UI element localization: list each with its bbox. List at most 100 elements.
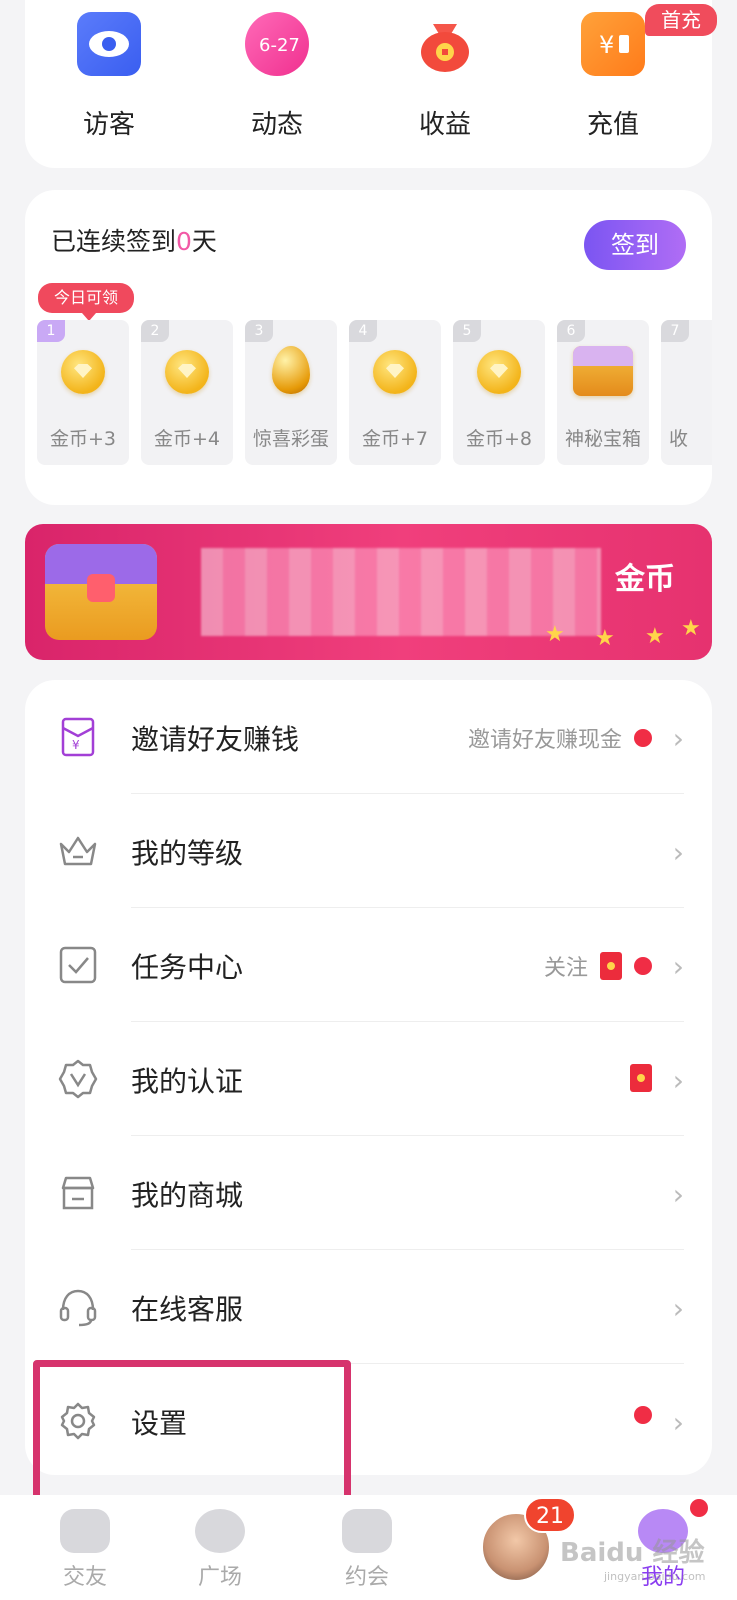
menu-hint: 关注 <box>544 950 652 982</box>
banner-text: 金币 <box>615 562 675 597</box>
menu-hint-text: 关注 <box>543 956 588 981</box>
video-icon <box>342 1509 392 1553</box>
watermark-url: jingyan.baidu.com <box>604 1570 706 1583</box>
star-icon: ★ <box>545 622 565 647</box>
sign-day-4[interactable]: 4 金币+7 <box>349 320 441 465</box>
unread-count-badge: 21 <box>524 1497 576 1533</box>
day-reward: 神秘宝箱 <box>564 428 641 450</box>
streak-count: 0 <box>176 227 192 256</box>
day-number: 6 <box>557 320 585 342</box>
sign-day-6[interactable]: 6 神秘宝箱 <box>557 320 649 465</box>
sign-in-card: 已连续签到0天 签到 今日可领 1 金币+3 2 金币+4 3 惊喜彩蛋 4 金… <box>25 190 712 505</box>
menu-item-verification[interactable]: 我的认证 › <box>25 1022 712 1136</box>
menu-label: 邀请好友赚钱 <box>131 723 300 756</box>
chevron-right-icon: › <box>672 950 684 983</box>
sign-in-streak: 已连续签到0天 <box>51 222 217 258</box>
chevron-right-icon: › <box>672 722 684 755</box>
day-reward: 惊喜彩蛋 <box>252 428 329 450</box>
watermark: Baidu 经验 <box>560 1538 705 1568</box>
svg-text:¥: ¥ <box>72 738 80 752</box>
menu-item-mall[interactable]: 我的商城 › <box>25 1136 712 1250</box>
wallet-icon: ¥ <box>581 12 645 76</box>
chevron-right-icon: › <box>672 1406 684 1439</box>
red-packet-icon <box>630 1064 652 1092</box>
badge-v-icon <box>58 1059 98 1099</box>
quick-item-earnings[interactable]: 收益 <box>385 0 505 141</box>
quick-item-visitors[interactable]: 访客 <box>49 0 169 141</box>
today-available-tag: 今日可领 <box>38 283 134 321</box>
menu-item-tasks[interactable]: 任务中心 关注 › <box>25 908 712 1022</box>
menu-hint <box>630 1064 652 1092</box>
golden-egg-icon <box>272 346 310 394</box>
menu-label: 我的等级 <box>131 837 244 870</box>
coin-icon <box>61 350 105 394</box>
chevron-right-icon: › <box>672 1178 684 1211</box>
menu-label: 在线客服 <box>131 1293 244 1326</box>
svg-text:¥: ¥ <box>599 31 614 59</box>
red-envelope-icon: ¥ <box>61 717 95 757</box>
red-packet-icon <box>600 952 622 980</box>
promo-banner[interactable]: 金币 ★ ★ ★ ★ <box>25 524 712 660</box>
menu-item-customer-service[interactable]: 在线客服 › <box>25 1250 712 1364</box>
nav-label: 约会 <box>344 1565 389 1590</box>
day-number: 3 <box>245 320 273 342</box>
red-dot <box>634 957 652 975</box>
nav-date[interactable]: 约会 <box>312 1509 422 1591</box>
crown-icon <box>59 836 97 866</box>
sign-day-3[interactable]: 3 惊喜彩蛋 <box>245 320 337 465</box>
red-dot <box>634 729 652 747</box>
menu-hint: 邀请好友赚现金 <box>468 722 652 754</box>
quick-item-moments[interactable]: 6-27 动态 <box>217 0 337 141</box>
menu-label: 我的认证 <box>131 1065 244 1098</box>
day-number: 2 <box>141 320 169 342</box>
day-number: 5 <box>453 320 481 342</box>
chevron-right-icon: › <box>672 1064 684 1097</box>
star-icon: ★ <box>595 626 615 651</box>
sign-day-2[interactable]: 2 金币+4 <box>141 320 233 465</box>
menu-item-level[interactable]: 我的等级 › <box>25 794 712 908</box>
quick-item-label: 充值 <box>586 110 639 140</box>
coin-icon <box>373 350 417 394</box>
menu-label: 我的商城 <box>131 1179 244 1212</box>
day-reward: 收 <box>669 428 689 450</box>
nav-friends[interactable]: 交友 <box>30 1509 140 1591</box>
sign-day-5[interactable]: 5 金币+8 <box>453 320 545 465</box>
nav-label: 广场 <box>197 1565 242 1590</box>
star-icon: ★ <box>681 616 701 641</box>
menu-item-invite[interactable]: ¥ 邀请好友赚钱 邀请好友赚现金 › <box>25 680 712 794</box>
menu-label: 任务中心 <box>131 951 244 984</box>
calendar-icon: 6-27 <box>245 12 309 76</box>
day-reward: 金币+3 <box>49 428 116 450</box>
eye-icon <box>77 12 141 76</box>
money-bag-icon <box>413 12 477 76</box>
coin-icon <box>477 350 521 394</box>
headset-icon <box>59 1289 97 1327</box>
day-reward: 金币+4 <box>153 428 220 450</box>
quick-entry-card: 访客 6-27 动态 收益 ¥ 充值 <box>25 0 712 168</box>
day-number: 4 <box>349 320 377 342</box>
heart-icon <box>60 1509 110 1553</box>
day-number: 7 <box>661 320 689 342</box>
sign-in-button[interactable]: 签到 <box>584 220 686 270</box>
pixelated-text <box>201 548 601 636</box>
sign-day-7[interactable]: 7 收 <box>661 320 712 465</box>
quick-item-label: 动态 <box>250 110 303 140</box>
nav-label: 交友 <box>62 1565 107 1590</box>
svg-text:6-27: 6-27 <box>259 35 299 56</box>
leaf-icon <box>195 1509 245 1553</box>
day-number: 1 <box>37 320 65 342</box>
chevron-right-icon: › <box>672 1292 684 1325</box>
streak-prefix: 已连续签到 <box>51 227 177 256</box>
menu-list: ¥ 邀请好友赚钱 邀请好友赚现金 › 我的等级 › 任务中心 关注 › 我的认证… <box>25 680 712 1475</box>
streak-suffix: 天 <box>191 227 217 256</box>
day-reward: 金币+8 <box>465 428 532 450</box>
day-reward: 金币+7 <box>361 428 428 450</box>
red-dot <box>634 1406 652 1424</box>
settings-highlight-box <box>33 1360 351 1510</box>
coin-icon <box>165 350 209 394</box>
nav-square[interactable]: 广场 <box>165 1509 275 1591</box>
chevron-right-icon: › <box>672 836 684 869</box>
sign-day-1[interactable]: 1 金币+3 <box>37 320 129 465</box>
sign-in-days: 1 金币+3 2 金币+4 3 惊喜彩蛋 4 金币+7 5 金币+8 6 神秘宝… <box>37 320 712 465</box>
quick-item-label: 访客 <box>82 110 135 140</box>
